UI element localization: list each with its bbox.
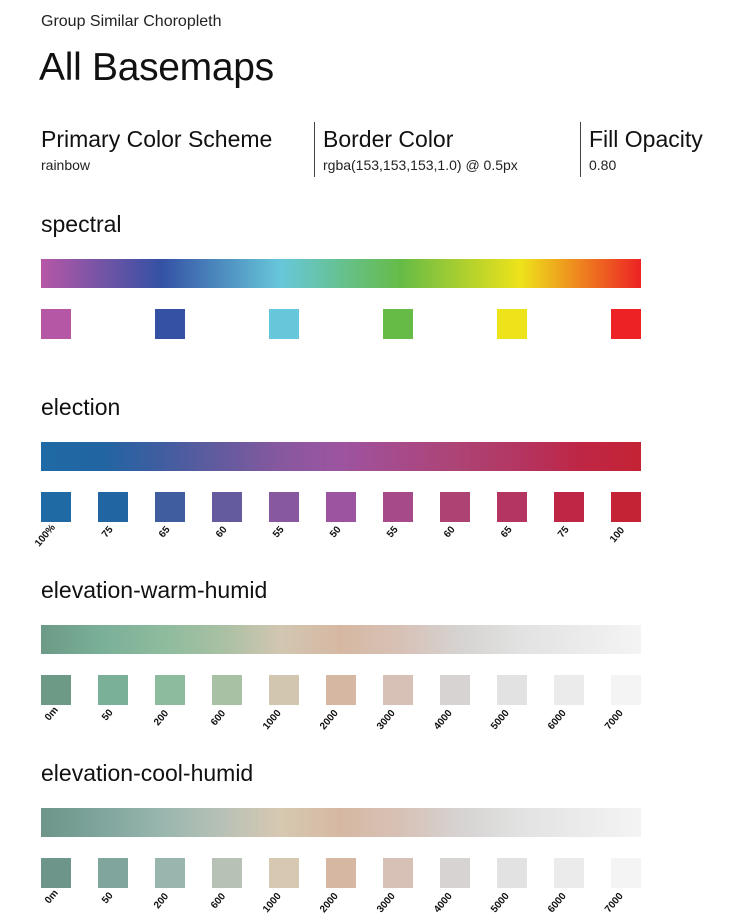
color-swatch [611,858,641,888]
swatch-label: 200 [152,890,172,911]
page-title: All Basemaps [39,46,274,89]
properties-row: Primary Color Scheme rainbow Border Colo… [41,122,719,177]
color-swatch [497,675,527,705]
scheme-gradient-bar [41,259,641,288]
color-swatch [155,309,185,339]
color-swatch [497,858,527,888]
swatch-label: 50 [100,890,116,907]
color-swatch [383,858,413,888]
color-swatch [383,675,413,705]
property-label: Primary Color Scheme [41,126,273,152]
color-swatch [269,675,299,705]
color-swatch [611,309,641,339]
swatch-label: 60 [442,524,458,541]
color-swatch [326,675,356,705]
property-value: rainbow [41,157,91,173]
swatch-label: 1000 [261,890,284,915]
swatch-label: 600 [209,707,229,728]
color-swatch [269,858,299,888]
swatch-label: 0m [43,705,61,724]
swatch-label: 55 [385,524,401,541]
scheme-name: elevation-warm-humid [41,577,268,603]
swatch-label: 600 [209,890,229,911]
color-swatch [383,492,413,522]
page-subtitle: Group Similar Choropleth [41,13,222,30]
color-swatch [497,492,527,522]
property-label: Fill Opacity [589,126,703,152]
color-swatch [383,309,413,339]
scheme-gradient-bar [41,625,641,654]
color-swatch [440,858,470,888]
color-swatch [41,309,71,339]
color-swatch [41,858,71,888]
property-value: 0.80 [589,157,617,173]
scheme-name: spectral [41,211,122,237]
color-swatch [155,858,185,888]
swatch-label: 5000 [489,707,512,732]
color-swatch [98,858,128,888]
color-swatch [212,492,242,522]
swatch-label: 200 [152,707,172,728]
swatch-label: 55 [271,524,287,541]
color-swatch [497,309,527,339]
color-swatch [440,675,470,705]
swatch-label: 50 [100,707,116,724]
color-swatch [269,309,299,339]
swatch-label: 3000 [375,707,398,732]
color-swatch [41,492,71,522]
color-swatch [98,675,128,705]
swatch-label: 1000 [261,707,284,732]
swatch-label: 75 [100,524,116,541]
color-swatch [554,675,584,705]
property-value: rgba(153,153,153,1.0) @ 0.5px [323,157,518,173]
scheme-gradient-bar [41,442,641,471]
color-swatch [155,675,185,705]
scheme-gradient-bar [41,808,641,837]
property-label: Border Color [323,126,454,152]
color-swatch [155,492,185,522]
swatch-label: 6000 [546,707,569,732]
color-swatch [41,675,71,705]
swatch-label: 100 [608,524,628,545]
swatch-label: 2000 [318,890,341,915]
property-fill-opacity: Fill Opacity 0.80 [580,122,719,177]
property-primary-color-scheme: Primary Color Scheme rainbow [41,122,314,177]
swatch-label: 5000 [489,890,512,915]
swatch-label: 6000 [546,890,569,915]
color-swatch [269,492,299,522]
swatch-label: 7000 [603,890,626,915]
swatch-label: 50 [328,524,344,541]
swatch-label: 7000 [603,707,626,732]
scheme-name: election [41,394,121,420]
color-swatch [611,675,641,705]
swatch-label: 75 [556,524,572,541]
color-swatch [212,675,242,705]
color-swatch [212,858,242,888]
swatch-label: 65 [499,524,515,541]
property-border-color: Border Color rgba(153,153,153,1.0) @ 0.5… [314,122,580,177]
swatch-label: 60 [214,524,230,541]
swatch-label: 2000 [318,707,341,732]
swatch-label: 3000 [375,890,398,915]
color-swatch [326,858,356,888]
color-swatch [611,492,641,522]
swatch-label: 65 [157,524,173,541]
swatch-label: 100% [33,522,58,549]
swatch-label: 4000 [432,707,455,732]
swatch-label: 4000 [432,890,455,915]
color-swatch [98,492,128,522]
color-swatch [554,492,584,522]
color-swatch [440,492,470,522]
color-swatch [326,492,356,522]
color-swatch [554,858,584,888]
scheme-name: elevation-cool-humid [41,760,254,786]
swatch-label: 0m [43,888,61,907]
